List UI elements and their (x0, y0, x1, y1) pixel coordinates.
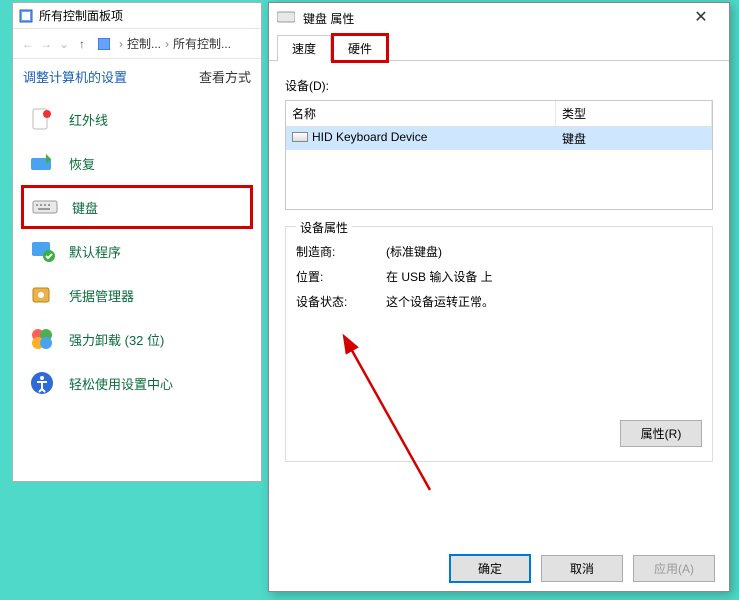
cp-item-label: 凭据管理器 (69, 286, 134, 305)
explorer-titlebar: 所有控制面板项 (13, 3, 261, 29)
devices-label: 设备(D): (285, 77, 713, 94)
ok-button[interactable]: 确定 (449, 554, 531, 583)
page-heading: 调整计算机的设置 (23, 67, 127, 86)
prop-row-status: 设备状态: 这个设备运转正常。 (296, 293, 702, 310)
view-mode-label[interactable]: 查看方式 (199, 67, 251, 86)
prop-key: 设备状态: (296, 293, 386, 310)
chevron-right-icon[interactable]: › (165, 37, 169, 51)
control-panel-list: 红外线 恢复 键盘 默认程序 凭据管理器 (13, 93, 261, 409)
keyboard-icon (277, 10, 295, 27)
cp-item-uninstall[interactable]: 强力卸载 (32 位) (21, 317, 253, 361)
uninstall-icon (29, 326, 55, 352)
group-legend: 设备属性 (296, 219, 352, 236)
tab-label: 速度 (292, 42, 316, 56)
dialog-titlebar[interactable]: 键盘 属性 ✕ (269, 3, 729, 33)
control-panel-icon (97, 37, 111, 51)
explorer-title: 所有控制面板项 (39, 7, 123, 24)
tab-strip: 速度 硬件 (269, 33, 729, 61)
cp-item-credentials[interactable]: 凭据管理器 (21, 273, 253, 317)
recovery-icon (29, 150, 55, 176)
prop-key: 制造商: (296, 243, 386, 260)
default-programs-icon (29, 238, 55, 264)
back-icon[interactable]: ← (19, 37, 37, 51)
prop-row-manufacturer: 制造商: (标准键盘) (296, 243, 702, 260)
properties-button[interactable]: 属性(R) (620, 420, 702, 447)
prop-value: 这个设备运转正常。 (386, 293, 494, 310)
device-name-cell: HID Keyboard Device (286, 127, 556, 150)
tab-hardware[interactable]: 硬件 (333, 35, 387, 61)
up-icon[interactable]: ↑ (73, 37, 91, 51)
breadcrumb[interactable]: 所有控制... (173, 35, 231, 52)
cp-item-label: 轻松使用设置中心 (69, 374, 173, 393)
keyboard-icon (32, 194, 58, 220)
control-panel-icon (19, 9, 33, 23)
explorer-address-bar[interactable]: ← → ⌄ ↑ › 控制... › 所有控制... (13, 29, 261, 59)
close-button[interactable]: ✕ (681, 4, 721, 32)
credentials-icon (29, 282, 55, 308)
cp-item-label: 默认程序 (69, 242, 121, 261)
ease-of-access-icon (29, 370, 55, 396)
tab-label: 硬件 (348, 42, 372, 56)
device-row[interactable]: HID Keyboard Device 键盘 (286, 127, 712, 150)
device-properties-group: 设备属性 制造商: (标准键盘) 位置: 在 USB 输入设备 上 设备状态: … (285, 226, 713, 462)
chevron-right-icon[interactable]: › (119, 37, 123, 51)
cp-item-ease-of-access[interactable]: 轻松使用设置中心 (21, 361, 253, 405)
breadcrumb[interactable]: 控制... (127, 35, 161, 52)
dialog-footer: 确定 取消 应用(A) (269, 545, 729, 591)
prop-value: (标准键盘) (386, 243, 442, 260)
forward-icon: → (37, 37, 55, 51)
dialog-body: 设备(D): 名称 类型 HID Keyboard Device 键盘 设备属性… (269, 61, 729, 545)
device-type-cell: 键盘 (556, 127, 712, 150)
control-panel-window: 所有控制面板项 ← → ⌄ ↑ › 控制... › 所有控制... 调整计算机的… (12, 2, 262, 482)
prop-row-location: 位置: 在 USB 输入设备 上 (296, 268, 702, 285)
prop-value: 在 USB 输入设备 上 (386, 268, 493, 285)
cp-item-recovery[interactable]: 恢复 (21, 141, 253, 185)
explorer-subheader: 调整计算机的设置 查看方式 (13, 59, 261, 93)
infrared-icon (29, 106, 55, 132)
history-dropdown-icon[interactable]: ⌄ (55, 37, 73, 51)
dialog-title: 键盘 属性 (303, 10, 354, 27)
keyboard-properties-dialog: 键盘 属性 ✕ 速度 硬件 设备(D): 名称 类型 HID Keyboard … (268, 2, 730, 592)
cp-item-keyboard[interactable]: 键盘 (21, 185, 253, 229)
cp-item-label: 强力卸载 (32 位) (69, 330, 164, 349)
device-list[interactable]: 名称 类型 HID Keyboard Device 键盘 (285, 100, 713, 210)
apply-button: 应用(A) (633, 555, 715, 582)
keyboard-icon (292, 132, 308, 142)
cp-item-label: 恢复 (69, 154, 95, 173)
cp-item-label: 键盘 (72, 198, 98, 217)
cp-item-label: 红外线 (69, 110, 108, 129)
device-list-header: 名称 类型 (286, 101, 712, 127)
column-name[interactable]: 名称 (286, 101, 556, 126)
cp-item-infrared[interactable]: 红外线 (21, 97, 253, 141)
cancel-button[interactable]: 取消 (541, 555, 623, 582)
device-name: HID Keyboard Device (312, 130, 427, 144)
tab-speed[interactable]: 速度 (277, 35, 331, 61)
column-type[interactable]: 类型 (556, 101, 712, 126)
prop-key: 位置: (296, 268, 386, 285)
cp-item-default-programs[interactable]: 默认程序 (21, 229, 253, 273)
